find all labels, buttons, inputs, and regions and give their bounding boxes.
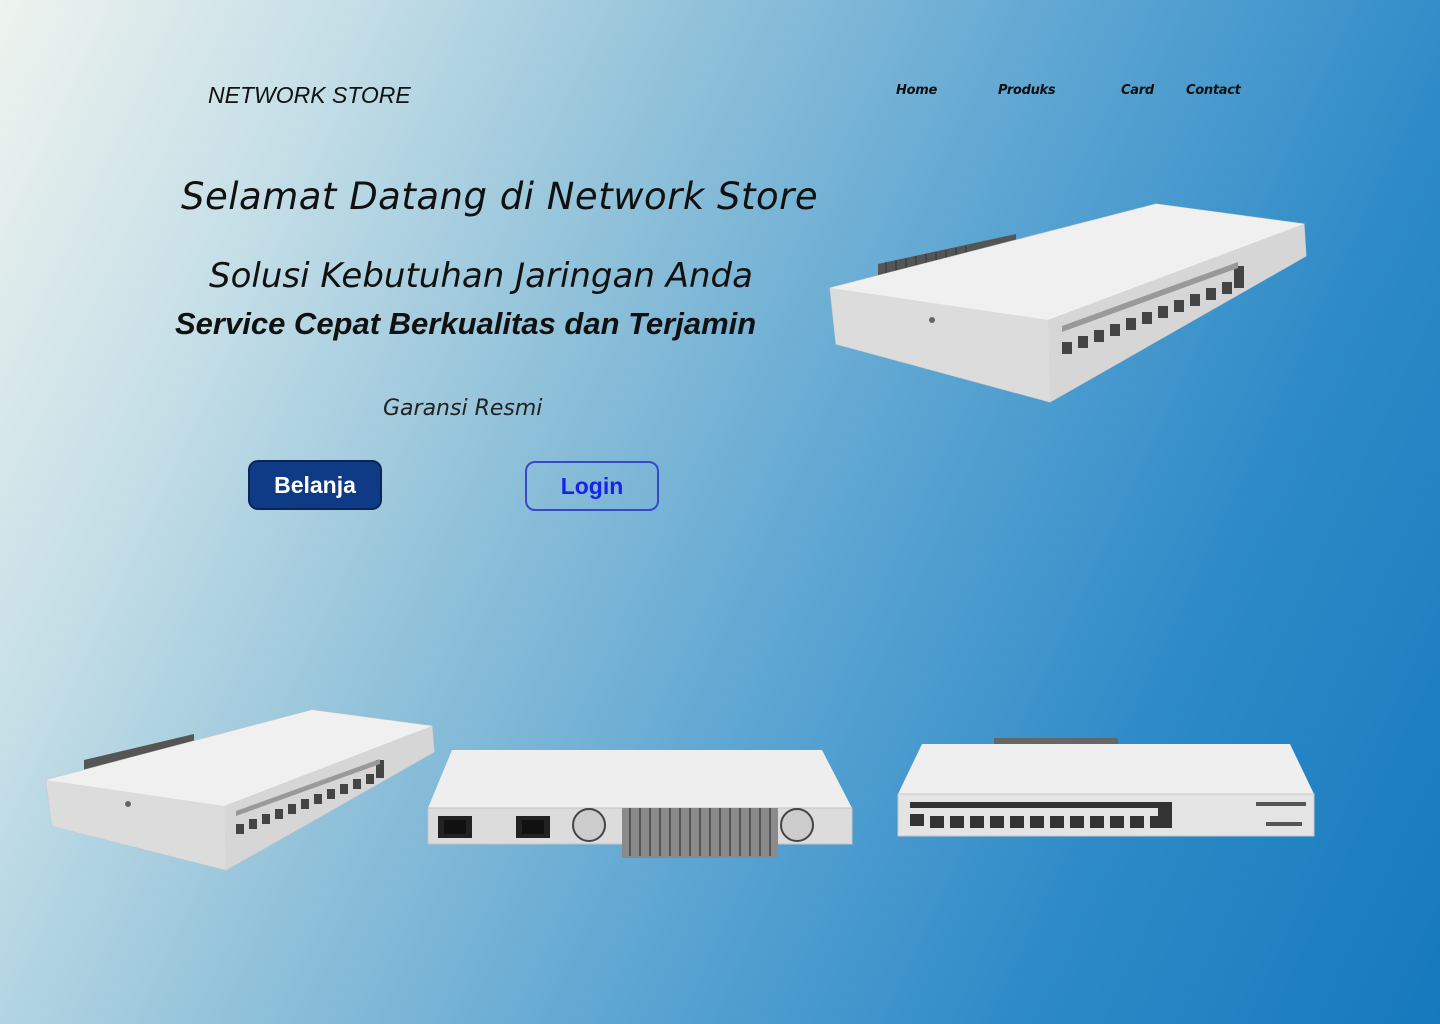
nav-contact[interactable]: Contact [1186, 83, 1241, 98]
nav-card[interactable]: Card [1121, 83, 1154, 98]
nav-products[interactable]: Produks [998, 83, 1056, 98]
router-image-front [897, 738, 1315, 837]
router-image-angled [45, 709, 435, 871]
hero-title: Selamat Datang di Network Store [181, 175, 819, 218]
hero-subtitle: Solusi Kebutuhan Jaringan Anda [209, 256, 753, 296]
hero-tagline: Service Cepat Berkualitas dan Terjamin [175, 306, 757, 341]
nav-home[interactable]: Home [896, 83, 937, 98]
warranty-text: Garansi Resmi [383, 396, 543, 421]
router-image-hero [829, 203, 1307, 403]
brand-logo[interactable]: NETWORK STORE [208, 82, 411, 109]
shop-button[interactable]: Belanja [248, 460, 382, 510]
router-image-rear [427, 750, 853, 858]
login-button[interactable]: Login [525, 461, 659, 511]
